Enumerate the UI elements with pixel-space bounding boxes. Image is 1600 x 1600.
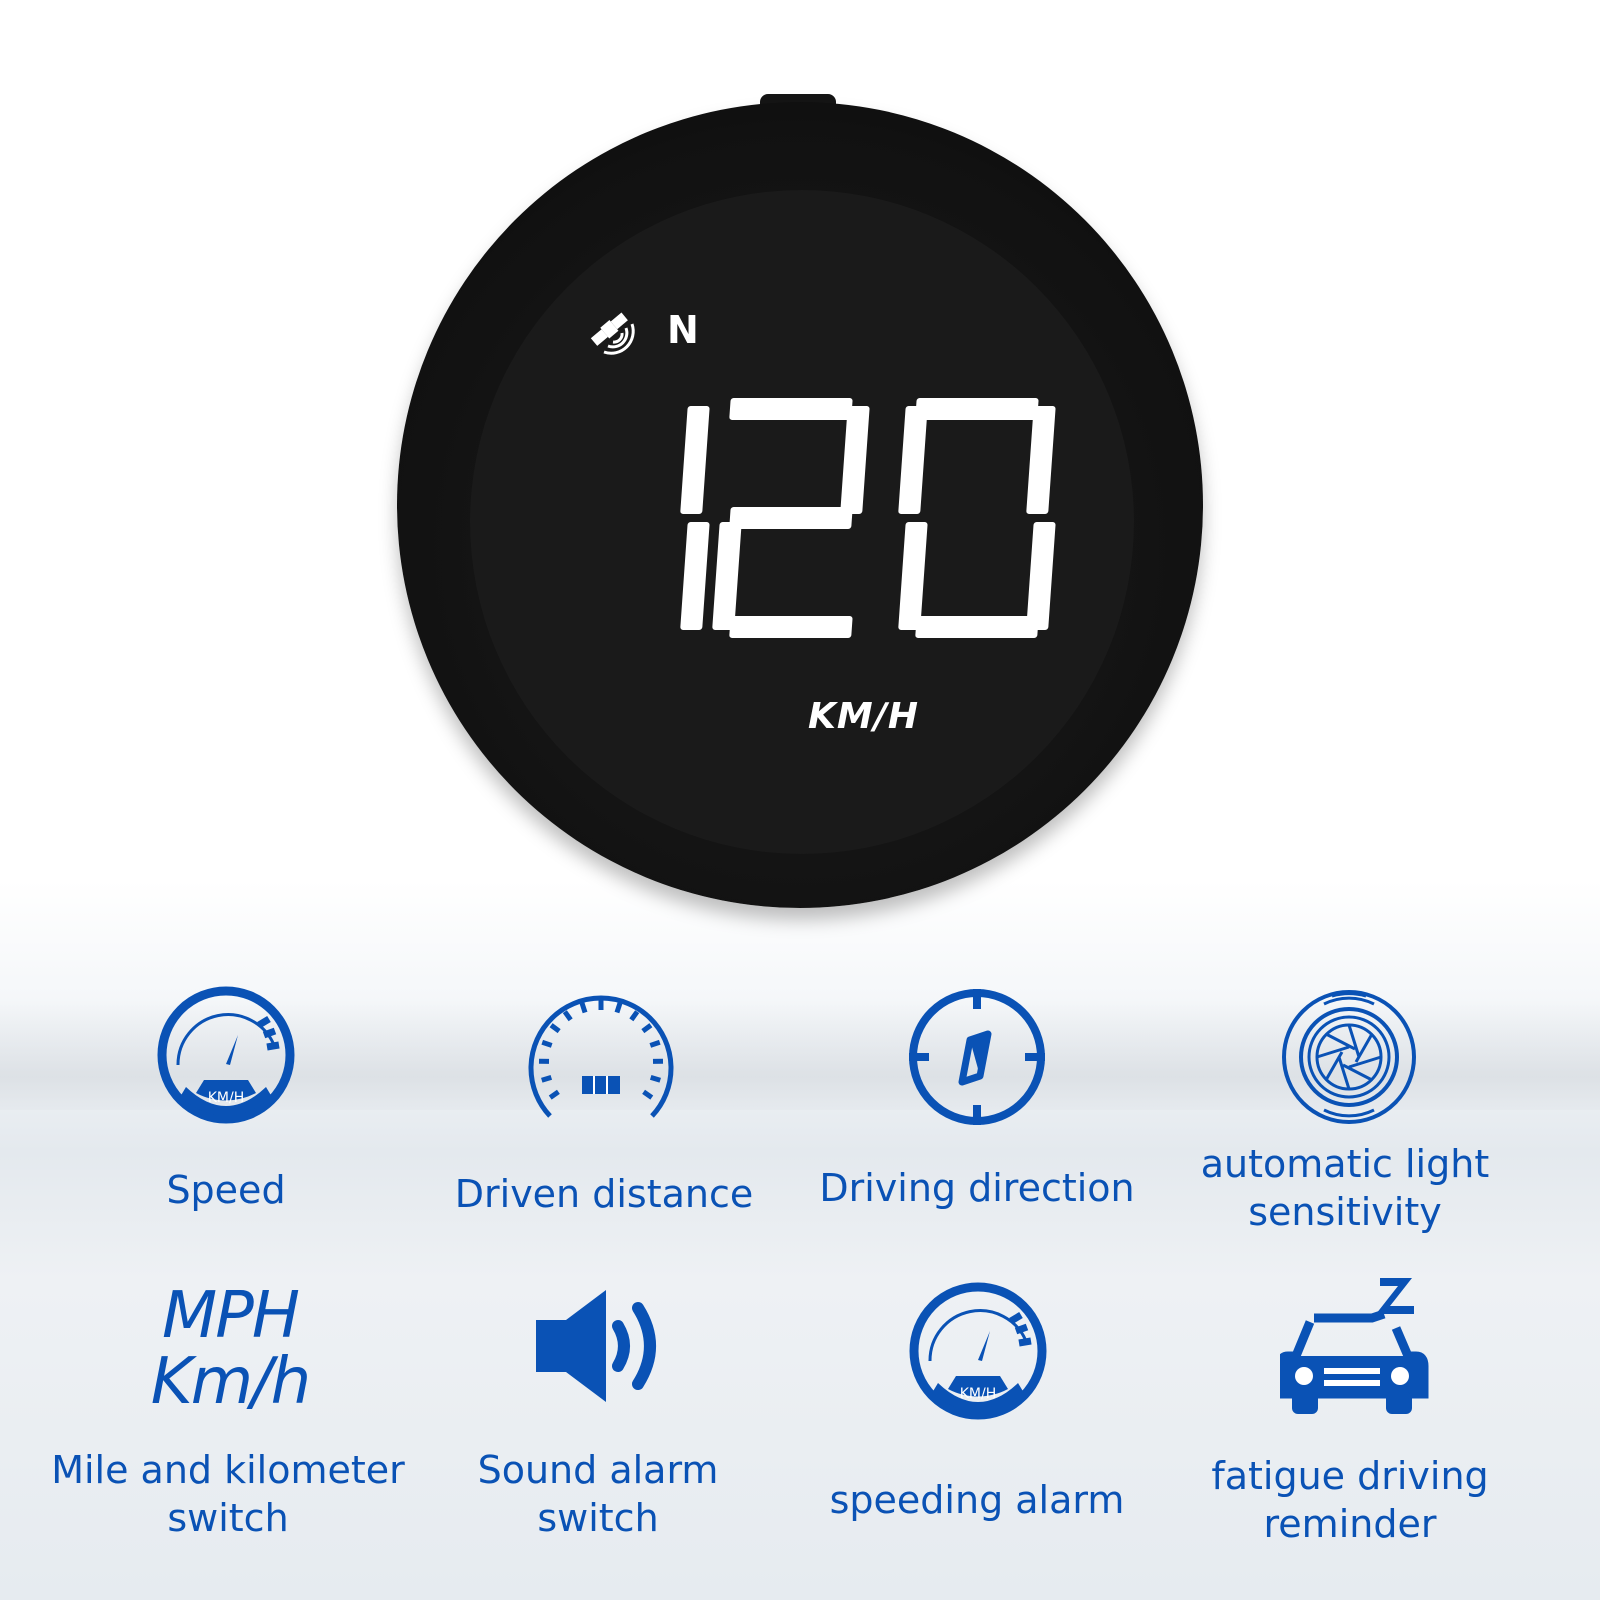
odometer-tick bbox=[649, 1074, 661, 1083]
unit-label: KM/H bbox=[808, 696, 919, 737]
digit-segment bbox=[729, 616, 853, 638]
odometer-tick bbox=[579, 1002, 588, 1014]
speedometer-icon: KM/H bbox=[909, 1282, 1047, 1420]
odometer-icon bbox=[528, 995, 674, 1118]
odometer-tick bbox=[649, 1039, 661, 1048]
gauge-unit-text: KM/H bbox=[208, 1090, 245, 1106]
compass-icon bbox=[909, 989, 1045, 1125]
feature-label-sound: Sound alarm switch bbox=[477, 1448, 719, 1540]
unit-switch-icon: MPH Km/h bbox=[120, 1283, 340, 1415]
mph-text: MPH bbox=[162, 1279, 300, 1353]
odometer-tick bbox=[629, 1010, 640, 1022]
odometer-tick bbox=[641, 1023, 653, 1034]
odometer-tick bbox=[541, 1039, 553, 1048]
feature-label-light: automatic light sensitivity bbox=[1200, 1142, 1490, 1234]
digit-segment bbox=[898, 406, 928, 514]
gauge-unit-text: KM/H bbox=[960, 1386, 997, 1402]
digit-segment bbox=[729, 398, 853, 420]
odometer-tick bbox=[614, 1002, 623, 1014]
digit-segment bbox=[898, 522, 928, 630]
speedometer-icon: KM/H bbox=[157, 986, 295, 1124]
digit-segment bbox=[680, 522, 710, 630]
speed-value-segments bbox=[680, 398, 1056, 638]
digit-segment bbox=[1026, 522, 1056, 630]
feature-label-speed: Speed bbox=[166, 1168, 286, 1212]
feature-label-direction: Driving direction bbox=[819, 1166, 1135, 1210]
feature-label-unit-switch: Mile and kilometer switch bbox=[51, 1448, 405, 1540]
digit-segment bbox=[712, 522, 742, 630]
digit-segment bbox=[840, 406, 870, 514]
light-sensor-icon bbox=[1282, 990, 1416, 1124]
digit-segment bbox=[680, 406, 710, 514]
digit-segment bbox=[1026, 406, 1056, 514]
odometer-tick bbox=[541, 1074, 553, 1083]
digit-segment bbox=[915, 398, 1039, 420]
odometer-tick bbox=[548, 1089, 560, 1100]
odometer-tick bbox=[549, 1023, 561, 1034]
feature-label-distance: Driven distance bbox=[454, 1172, 754, 1216]
digit-segment bbox=[915, 616, 1039, 638]
digit-segment bbox=[729, 507, 853, 529]
speed-readout bbox=[680, 398, 1056, 638]
car-sleep-icon bbox=[1280, 1278, 1429, 1414]
odometer-tick bbox=[642, 1089, 654, 1100]
odometer-tick bbox=[562, 1010, 573, 1022]
kmh-text: Km/h bbox=[150, 1345, 311, 1419]
feature-label-speeding: speeding alarm bbox=[829, 1478, 1125, 1522]
feature-label-fatigue: fatigue driving reminder bbox=[1211, 1454, 1489, 1546]
speaker-icon bbox=[536, 1290, 656, 1402]
